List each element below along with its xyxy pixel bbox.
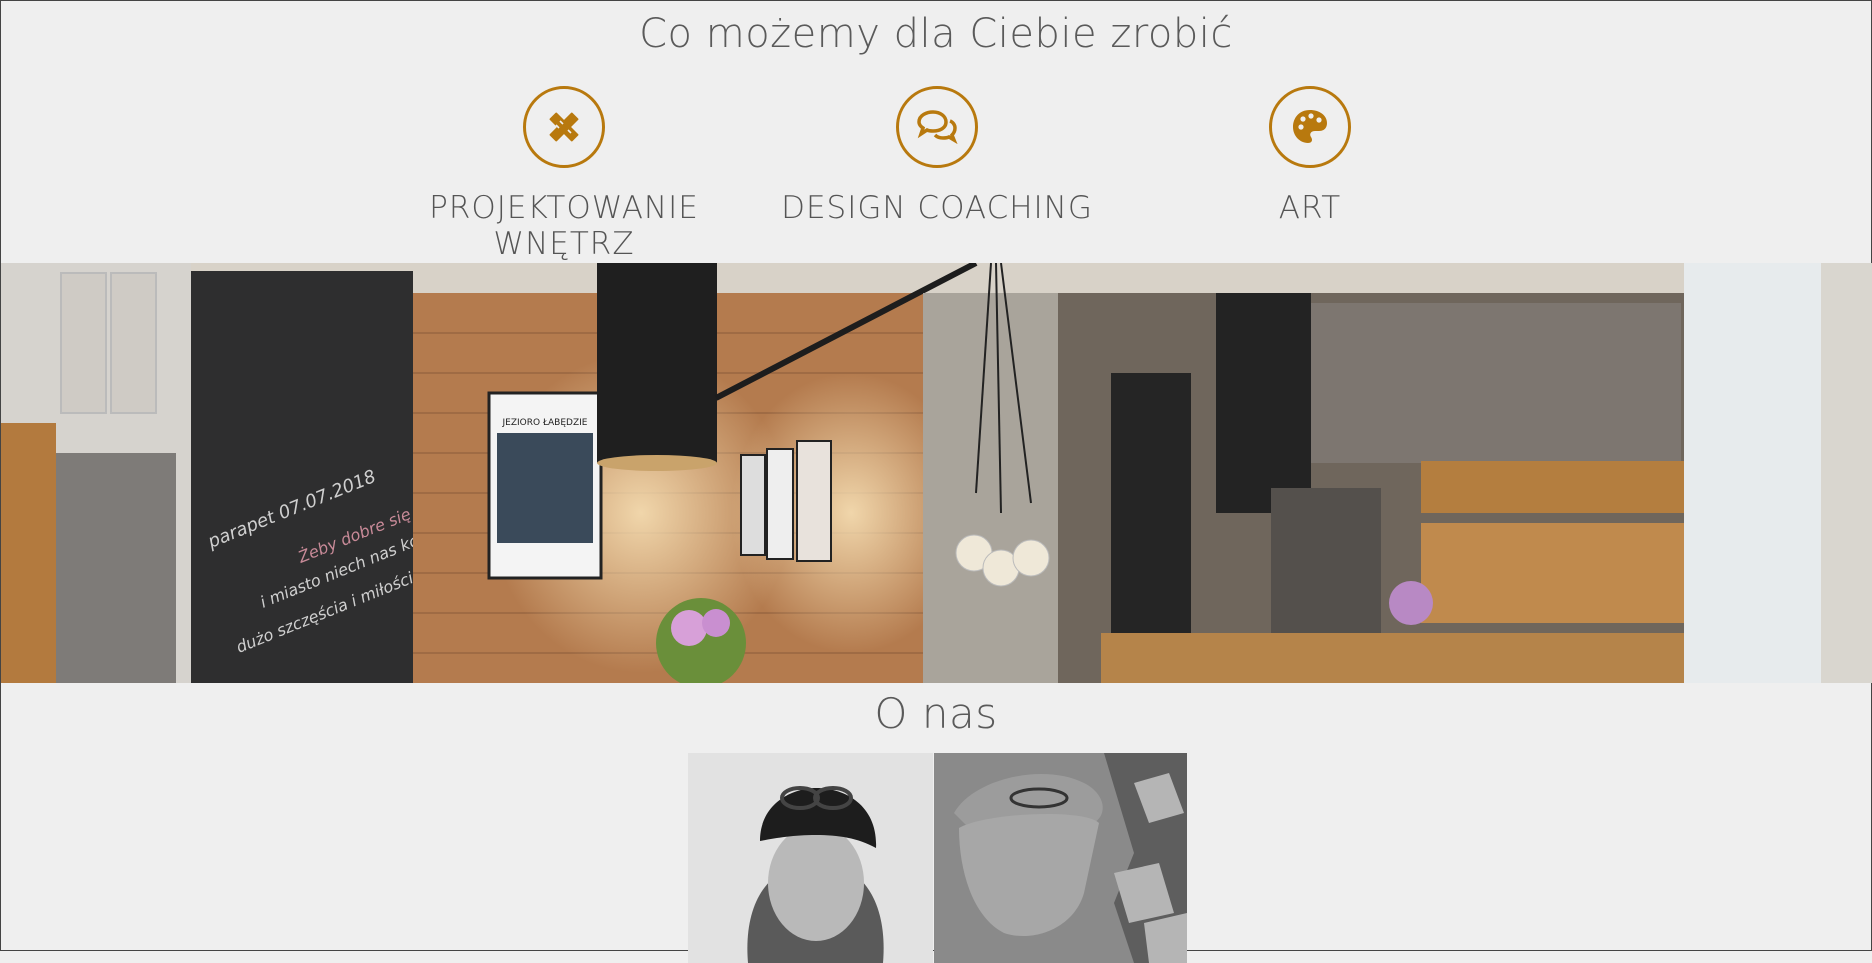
palette-icon[interactable]	[1269, 86, 1351, 168]
poster-title: JEZIORO ŁABĘDZIE	[502, 418, 588, 428]
team-photo-man	[934, 753, 1187, 963]
chat-bubbles-icon[interactable]	[896, 86, 978, 168]
service-design-coaching[interactable]: DESIGN COACHING	[757, 86, 1117, 226]
service-label[interactable]: PROJEKTOWANIE WNĘTRZ	[384, 190, 744, 262]
team-photo-woman	[688, 753, 933, 963]
hero-kitchen-photo: parapet 07.07.2018 Żeby dobre się nie ko…	[1, 263, 1872, 683]
service-label[interactable]: ART	[1130, 190, 1490, 226]
about-title: O nas	[874, 689, 998, 738]
service-interior-design[interactable]: PROJEKTOWANIE WNĘTRZ	[384, 86, 744, 262]
services-title: Co możemy dla Ciebie zrobić	[639, 11, 1233, 57]
service-art[interactable]: ART	[1130, 86, 1490, 226]
pencil-ruler-icon[interactable]	[523, 86, 605, 168]
service-label[interactable]: DESIGN COACHING	[757, 190, 1117, 226]
